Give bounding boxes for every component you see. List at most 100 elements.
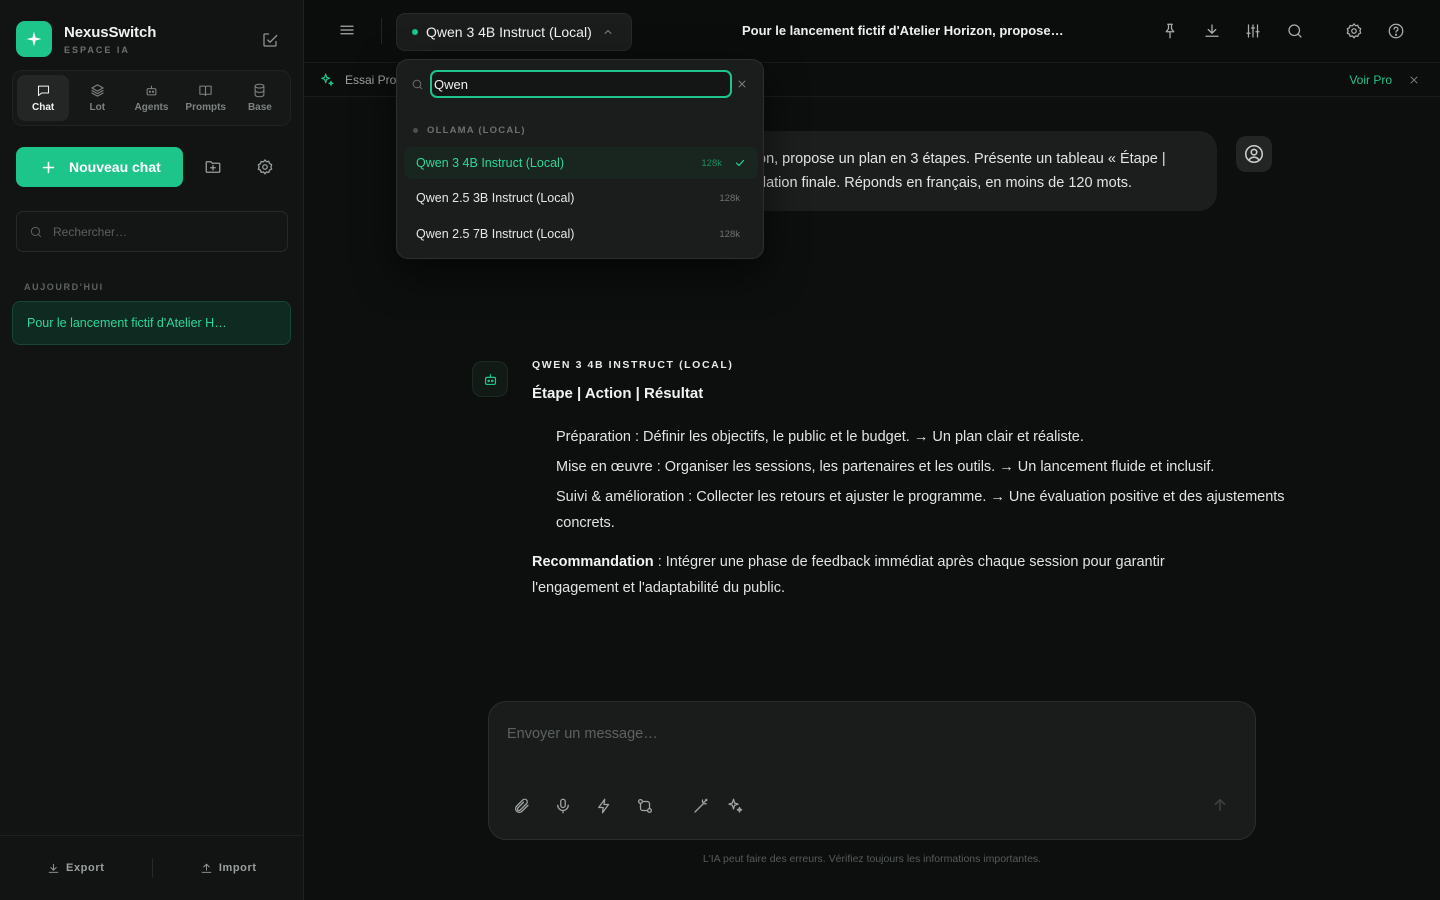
sidebar: NexusSwitch ESPACE IA Chat Lot Agents Pr… [0, 0, 304, 900]
model-option[interactable]: Qwen 2.5 3B Instruct (Local) 128k [404, 182, 758, 214]
brand: NexusSwitch ESPACE IA [16, 21, 156, 57]
sidebar-search[interactable] [16, 211, 288, 252]
database-icon [255, 83, 265, 98]
search-icon [30, 226, 42, 237]
gear-icon[interactable] [253, 155, 277, 179]
list-item: Suivi & amélioration : Collecter les ret… [556, 489, 1285, 531]
message-input[interactable] [507, 726, 1207, 756]
promo-link[interactable]: Voir Pro [1349, 73, 1392, 87]
group-dot [413, 128, 418, 133]
new-chat-button[interactable]: Nouveau chat [16, 147, 183, 187]
magic-wand-icon[interactable] [692, 797, 712, 817]
sidebar-search-input[interactable] [53, 224, 273, 239]
nav-tabs: Chat Lot Agents Prompts Base [12, 70, 291, 126]
upload-icon [201, 863, 212, 873]
section-today-label: AUJOURD'HUI [24, 282, 104, 292]
search-icon[interactable] [1286, 22, 1306, 42]
plus-icon [42, 161, 55, 173]
model-option-label: Qwen 2.5 7B Instruct (Local) [416, 227, 575, 241]
tab-label: Agents [134, 102, 169, 113]
microphone-icon[interactable] [554, 797, 574, 817]
import-button[interactable]: Import [153, 862, 305, 875]
git-compare-icon[interactable] [636, 797, 656, 817]
close-icon[interactable] [736, 78, 748, 90]
tab-lot[interactable]: Lot [71, 75, 123, 121]
user-avatar [1236, 136, 1272, 172]
assistant-avatar [472, 361, 508, 397]
tab-agents[interactable]: Agents [125, 75, 177, 121]
model-selector[interactable]: Qwen 3 4B Instruct (Local) [396, 13, 632, 51]
model-option[interactable]: Qwen 3 4B Instruct (Local) 128k [404, 147, 758, 179]
check-icon [735, 159, 745, 167]
chat-bubble-icon [37, 85, 49, 97]
send-arrow-icon[interactable] [1211, 796, 1231, 816]
bot-icon [146, 85, 157, 96]
message-composer [488, 701, 1256, 840]
help-icon[interactable] [1387, 22, 1407, 42]
model-dropdown: OLLAMA (LOCAL) Qwen 3 4B Instruct (Local… [396, 59, 764, 259]
pin-icon[interactable] [1161, 22, 1181, 42]
context-size: 128k [719, 192, 740, 204]
assistant-steps: Préparation : Définir les objectifs, le … [556, 424, 1286, 540]
provider-group-label: OLLAMA (LOCAL) [413, 125, 526, 136]
model-search-input[interactable] [430, 70, 732, 98]
compose-icon[interactable] [258, 28, 282, 52]
settings-icon[interactable] [1345, 22, 1365, 42]
export-label: Export [66, 862, 105, 874]
download-icon [48, 863, 59, 873]
sparkles-icon [321, 73, 334, 86]
bot-icon [484, 373, 496, 385]
menu-icon[interactable] [338, 21, 358, 41]
import-label: Import [218, 862, 257, 874]
assistant-heading: Étape | Action | Résultat [532, 385, 704, 402]
history-item[interactable]: Pour le lancement fictif d'Atelier H… [12, 301, 291, 345]
group-label-text: OLLAMA (LOCAL) [427, 125, 526, 136]
promo-text: Essai Pro [345, 73, 397, 87]
export-button[interactable]: Export [0, 862, 152, 875]
tab-prompts[interactable]: Prompts [180, 75, 232, 121]
recommendation-label: Recommandation [532, 554, 654, 570]
assistant-recommendation: Recommandation : Intégrer une phase de f… [532, 549, 1252, 601]
brand-subtitle: ESPACE IA [64, 44, 130, 55]
bolt-icon[interactable] [595, 797, 615, 817]
topbar-divider [381, 18, 382, 44]
model-search [411, 70, 751, 98]
search-icon [412, 79, 423, 89]
new-chat-label: Nouveau chat [69, 159, 161, 175]
context-size: 128k [719, 228, 740, 240]
chat-title: Pour le lancement fictif d'Atelier Horiz… [742, 23, 1064, 38]
tab-chat[interactable]: Chat [17, 75, 70, 121]
list-item: Préparation : Définir les objectifs, le … [556, 429, 1084, 445]
sliders-icon[interactable] [1244, 22, 1264, 42]
context-size: 128k [701, 157, 722, 169]
layers-icon [91, 84, 104, 97]
model-selector-label: Qwen 3 4B Instruct (Local) [426, 24, 592, 40]
tab-label: Lot [89, 102, 106, 113]
assistant-name: QWEN 3 4B INSTRUCT (LOCAL) [532, 359, 734, 371]
brand-name: NexusSwitch [64, 23, 157, 41]
model-option[interactable]: Qwen 2.5 7B Instruct (Local) 128k [404, 218, 758, 250]
model-option-label: Qwen 3 4B Instruct (Local) [416, 156, 564, 170]
chevron-up-icon [604, 30, 612, 34]
sparkle-logo-icon [16, 21, 52, 57]
tab-label: Prompts [185, 102, 226, 113]
tab-label: Chat [31, 102, 55, 113]
history-item-label: Pour le lancement fictif d'Atelier H… [27, 316, 227, 330]
sidebar-footer: Export Import [0, 835, 304, 900]
user-message-line: on, propose un plan en 3 étapes. Présent… [758, 151, 1166, 167]
status-dot [412, 29, 418, 35]
model-option-label: Qwen 2.5 3B Instruct (Local) [416, 191, 575, 205]
tab-base[interactable]: Base [234, 75, 286, 121]
new-folder-icon[interactable] [201, 155, 225, 179]
close-icon[interactable] [1408, 74, 1420, 86]
user-message: on, propose un plan en 3 étapes. Présent… [740, 131, 1217, 211]
tab-label: Base [247, 102, 272, 113]
book-icon [199, 85, 212, 97]
paperclip-icon[interactable] [513, 797, 533, 817]
download-icon[interactable] [1203, 22, 1223, 42]
user-circle-icon [1244, 144, 1264, 164]
disclaimer: L'IA peut faire des erreurs. Vérifiez to… [702, 853, 1042, 865]
user-message-line: dation finale. Réponds en français, en m… [758, 175, 1133, 191]
sparkles-icon[interactable] [726, 797, 746, 817]
list-item: Mise en œuvre : Organiser les sessions, … [556, 459, 1215, 475]
